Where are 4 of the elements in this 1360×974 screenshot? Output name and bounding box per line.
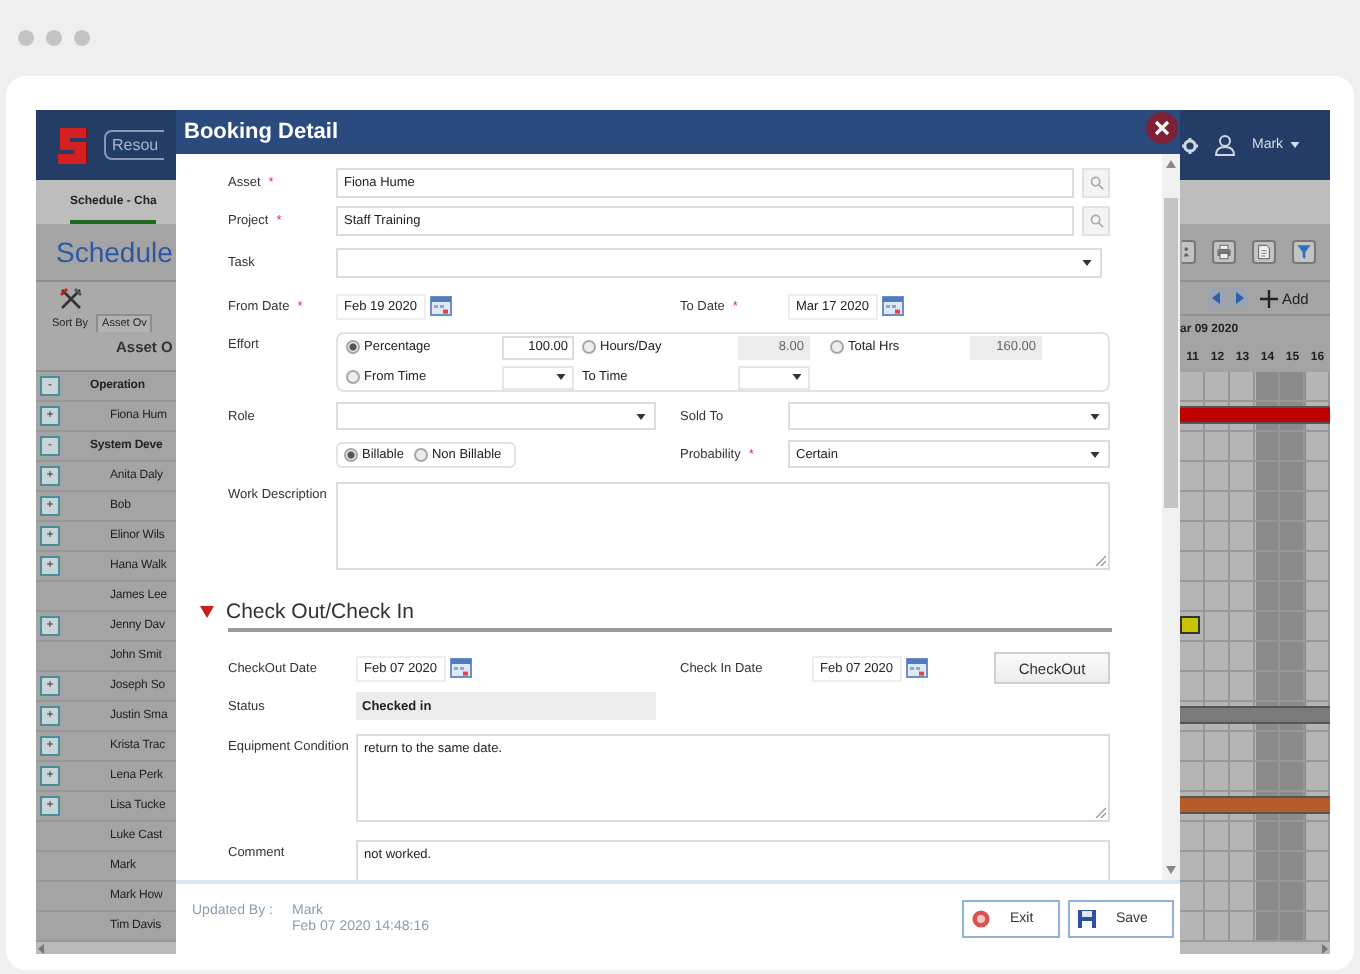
page-title: Schedule <box>56 236 173 268</box>
resource-button[interactable]: Resou <box>104 130 165 160</box>
dialog-title: Booking Detail <box>184 120 339 144</box>
section-title: Check Out/Check In <box>226 599 414 623</box>
